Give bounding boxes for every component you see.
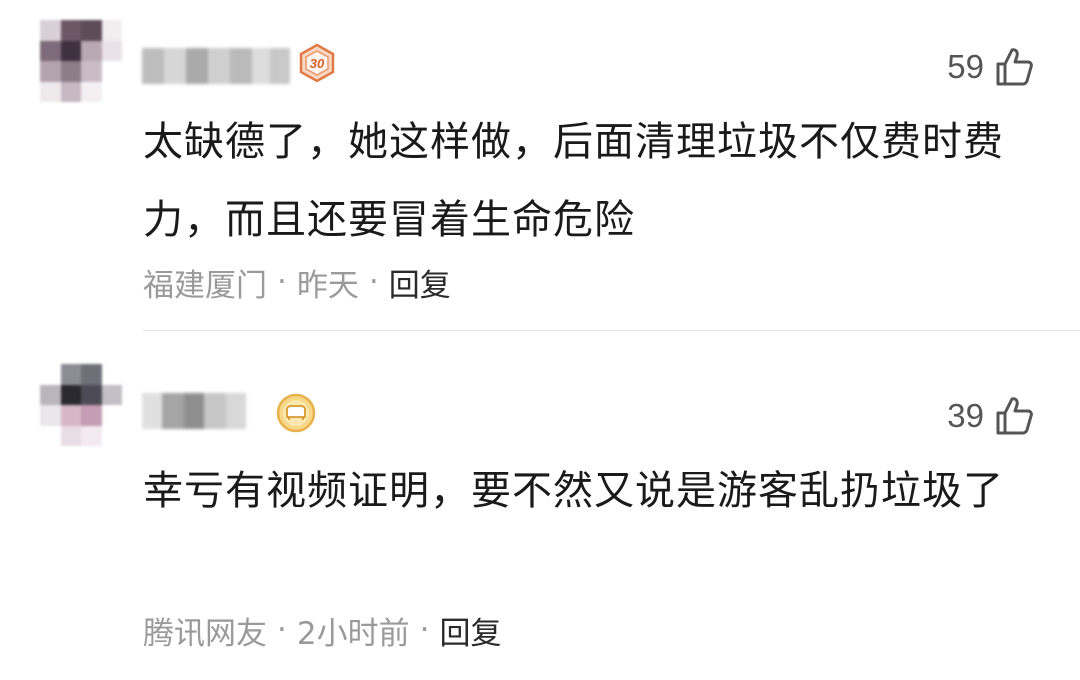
comment-text: 太缺德了，她这样做，后面清理垃圾不仅费时费力，而且还要冒着生命危险 [143,119,1004,243]
sofa-badge-icon [276,393,316,433]
like-button[interactable]: 39 [947,395,1034,437]
thumbs-up-icon [996,397,1033,435]
separator: · [277,612,287,648]
like-button[interactable]: 59 [947,46,1034,88]
reply-button[interactable]: 回复 [439,608,501,653]
thumbs-up-icon [996,48,1033,86]
username[interactable] [142,393,246,429]
svg-text:30: 30 [310,56,325,71]
username[interactable] [142,48,290,84]
avatar[interactable] [40,364,122,446]
timestamp: 昨天 [296,267,359,304]
comment-item: 30 59 太缺德了，她这样做，后面清理垃圾不仅费时费力，而且还要冒着生命危险 … [0,0,1080,330]
level-badge-icon: 30 [299,43,335,83]
timestamp: 2小时前 [296,615,410,652]
like-count: 59 [947,48,984,85]
comment-meta: 腾讯网友 · 2小时前 · 回复 [143,608,501,653]
author-source-label: 腾讯网友 [143,615,267,652]
location-label: 福建厦门 [143,267,267,304]
like-count: 39 [947,397,984,434]
comment-text: 幸亏有视频证明，要不然又说是游客乱扔垃圾了 [143,468,1004,514]
separator: · [419,612,430,648]
comment-meta: 福建厦门 · 昨天 · 回复 [143,260,451,305]
separator: · [368,264,379,300]
avatar[interactable] [40,20,122,102]
comment-item: 39 幸亏有视频证明，要不然又说是游客乱扔垃圾了 腾讯网友 · 2小时前 · 回… [0,331,1080,680]
reply-button[interactable]: 回复 [389,260,451,305]
separator: · [277,264,287,300]
